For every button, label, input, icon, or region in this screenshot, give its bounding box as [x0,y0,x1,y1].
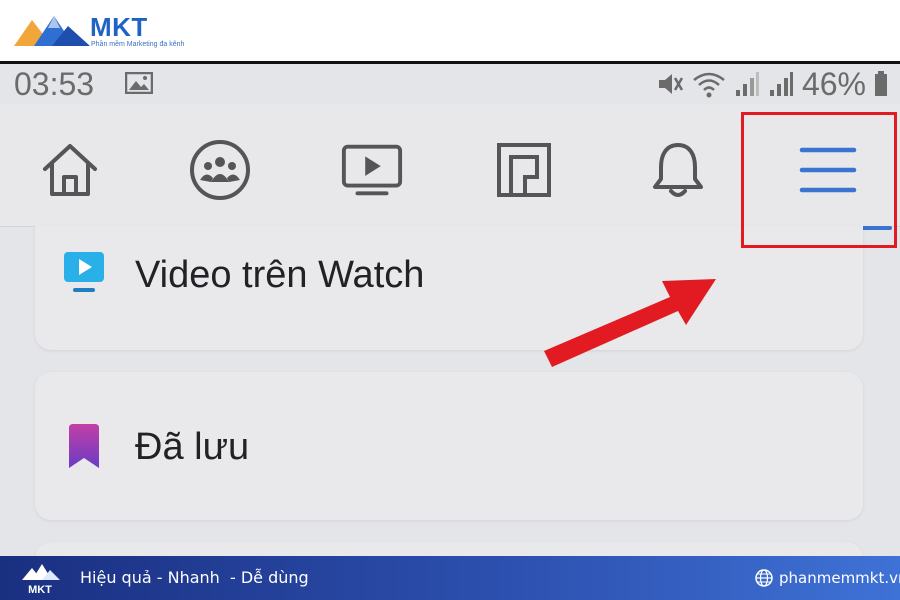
nav-home[interactable] [38,138,102,202]
mkt-logo-icon: MKT [22,564,60,596]
brand-header: MKT Phần mềm Marketing đa kênh [0,0,900,62]
menu-card-label: Video trên Watch [135,254,425,296]
mkt-logo-icon [14,16,90,46]
marketplace-icon [497,143,551,197]
nav-marketplace[interactable] [492,138,556,202]
status-icons: 46% [656,64,888,104]
saved-bookmark-icon [69,424,99,468]
svg-text:MKT: MKT [28,584,52,596]
battery-icon [875,71,887,96]
menu-card-partial[interactable] [35,542,863,556]
menu-card-saved[interactable]: Đã lưu [35,372,863,520]
watch-video-icon [341,144,403,196]
wifi-icon [693,72,725,98]
mute-icon [658,74,684,94]
battery-percent: 46% [801,66,866,102]
status-time: 03:53 [14,66,95,102]
nav-notifications[interactable] [646,138,710,202]
nav-watch[interactable] [340,138,404,202]
globe-icon [755,569,773,587]
image-icon [125,72,153,94]
red-arrow-icon [544,279,716,367]
status-bar: 03:53 46% [0,64,900,104]
groups-icon [190,140,250,200]
bell-icon [653,143,703,197]
footer-website-link[interactable]: phanmemmkt.vn [779,556,900,600]
highlight-box-menu [741,112,897,248]
brand-name: MKT [90,12,148,42]
menu-card-label: Đã lưu [135,426,250,468]
video-watch-icon [64,252,104,292]
nav-groups[interactable] [188,138,252,202]
home-icon [43,144,97,196]
footer-slogan: Hiệu quả - Nhanh - Dễ dùng [80,568,309,587]
signal-icon [769,72,793,96]
brand-tagline: Phần mềm Marketing đa kênh [91,41,185,48]
footer-bar: MKT Hiệu quả - Nhanh - Dễ dùng phanmemmk… [0,556,900,600]
signal-icon [735,72,759,96]
